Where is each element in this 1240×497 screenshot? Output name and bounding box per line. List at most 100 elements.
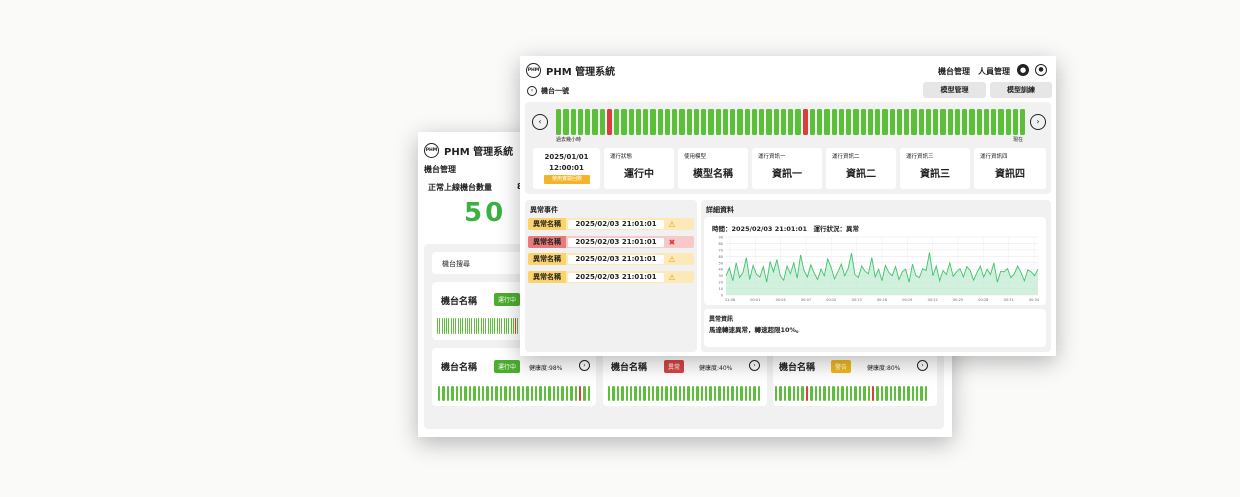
nav-user-management[interactable]: 人員管理 [978, 66, 1010, 77]
fault-segment [579, 386, 582, 401]
normal-segment [832, 386, 835, 401]
normal-segment [686, 109, 692, 135]
machine-status-badge: 警告 [831, 360, 852, 373]
machine-detail-arrow-icon[interactable]: › [917, 360, 928, 371]
datetime-box: 2025/01/01 12:00:01 使用實驗回數 [533, 148, 600, 189]
events-title: 異常事件 [530, 206, 558, 214]
x-tick-label: 00:31 [1004, 298, 1014, 302]
normal-segment [933, 109, 939, 135]
machine-card[interactable]: 機台名稱 運行中 健康度:98% › [432, 348, 596, 406]
normal-segment [849, 386, 853, 401]
normal-segment [896, 109, 902, 135]
normal-segment [625, 386, 629, 401]
normal-segment [876, 386, 879, 401]
machine-health-text: 健康度:98% [529, 365, 563, 372]
info-card-run-status: 運行狀態 運行中 [604, 148, 674, 189]
info-label: 運行資訊三 [906, 154, 934, 160]
normal-segment [665, 386, 668, 401]
timeline-left-label: 過去幾小時 [556, 137, 582, 143]
model-training-button[interactable]: 模型訓練 [990, 82, 1052, 98]
normal-segment [792, 386, 796, 401]
user-avatar-icon[interactable]: ● [1035, 64, 1047, 76]
normal-segment [543, 386, 547, 401]
normal-segment [1005, 109, 1011, 135]
y-tick-label: 60 [719, 255, 723, 259]
info-card-1: 運行資訊一 資訊一 [752, 148, 822, 189]
event-name: 異常名稱 [528, 271, 566, 283]
event-time: 2025/02/03 21:01:01 [575, 238, 657, 246]
normal-segment [962, 109, 968, 135]
x-tick-label: 00:07 [801, 298, 811, 302]
normal-segment [759, 109, 765, 135]
normal-segment [749, 386, 752, 401]
normal-segment [438, 386, 441, 401]
normal-segment [530, 386, 533, 401]
normal-segment [621, 386, 624, 401]
machine-search-input[interactable]: 機台搜尋 [432, 252, 522, 274]
event-row[interactable]: 異常名稱 2025/02/03 21:01:01 ⚠ [528, 253, 694, 265]
normal-segment [831, 109, 837, 135]
machine-card[interactable]: 機台名稱 異常 健康度:40% › [603, 348, 767, 406]
normal-segment [708, 109, 714, 135]
normal-segment [446, 386, 450, 401]
normal-segment [858, 386, 862, 401]
experiment-badge[interactable]: 使用實驗回數 [544, 175, 590, 184]
normal-segment [918, 109, 924, 135]
normal-segment [902, 386, 906, 401]
normal-segment [722, 109, 728, 135]
normal-segment [556, 109, 562, 135]
y-tick-label: 20 [719, 281, 723, 285]
normal-segment [534, 386, 538, 401]
normal-segment [460, 386, 463, 401]
normal-segment [780, 109, 786, 135]
normal-segment [592, 109, 598, 135]
normal-segment [845, 386, 848, 401]
normal-segment [539, 386, 542, 401]
back-arrow-icon[interactable]: ‹ [527, 86, 537, 96]
timeline-next-icon[interactable]: › [1030, 114, 1046, 130]
normal-segment [713, 386, 717, 401]
normal-segment [455, 386, 459, 401]
normal-segment [882, 109, 888, 135]
normal-segment [853, 109, 859, 135]
event-name: 異常名稱 [528, 253, 566, 265]
normal-segment [735, 386, 739, 401]
normal-segment [451, 386, 454, 401]
machine-card[interactable]: 機台名稱 警告 健康度:80% › [773, 348, 937, 406]
event-row[interactable]: 異常名稱 2025/02/03 21:01:01 ⚠ [528, 271, 694, 283]
timeline-prev-icon[interactable]: ‹ [532, 114, 548, 130]
machine-detail-arrow-icon[interactable]: › [579, 360, 590, 371]
online-count: 50 [464, 198, 507, 228]
normal-segment [552, 386, 555, 401]
normal-segment [526, 386, 529, 401]
y-tick-label: 40 [719, 268, 723, 272]
event-time: 2025/02/03 21:01:01 [575, 220, 657, 228]
warning-icon: ⚠ [668, 254, 676, 264]
normal-segment [810, 386, 813, 401]
x-tick-label: 00:25 [953, 298, 963, 302]
normal-segment [885, 386, 888, 401]
machine-name: 機台名稱 [441, 363, 478, 373]
normal-segment [722, 386, 725, 401]
machine-detail-arrow-icon[interactable]: › [749, 360, 760, 371]
phm-logo-icon: PHM [526, 63, 541, 78]
normal-segment [824, 109, 830, 135]
machine-card[interactable]: 機台名稱 運行中 [432, 282, 523, 340]
front-window: PHM PHM 管理系統 機台管理 人員管理 ● ● ‹ 機台一號 模型管理 模… [520, 56, 1056, 356]
normal-segment [751, 109, 757, 135]
event-row[interactable]: 異常名稱 2025/02/03 21:01:01 ✖ [528, 236, 694, 248]
normal-segment [517, 386, 520, 401]
nav-machine-management[interactable]: 機台管理 [938, 66, 970, 77]
normal-segment [836, 386, 840, 401]
model-management-button[interactable]: 模型管理 [923, 82, 986, 98]
normal-segment [920, 386, 923, 401]
info-card-2: 運行資訊二 資訊二 [826, 148, 896, 189]
normal-segment [766, 109, 772, 135]
normal-segment [638, 386, 642, 401]
notification-bell-icon[interactable]: ● [1017, 64, 1029, 76]
event-row[interactable]: 異常名稱 2025/02/03 21:01:01 ⚠ [528, 218, 694, 230]
machine-health-text: 健康度:40% [699, 365, 733, 372]
normal-segment [731, 386, 734, 401]
normal-segment [521, 386, 525, 401]
normal-segment [740, 386, 743, 401]
